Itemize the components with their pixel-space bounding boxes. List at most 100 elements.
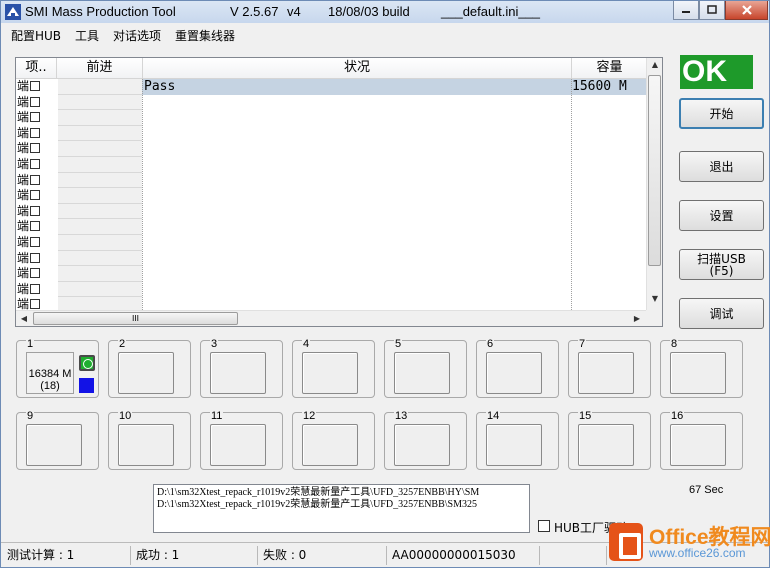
- progress-cell: [58, 94, 142, 111]
- port-number: 6: [486, 338, 495, 350]
- progress-cell: [58, 266, 142, 282]
- port-number: 1: [26, 338, 35, 350]
- port-cell: 端: [17, 251, 55, 266]
- port-button[interactable]: [486, 424, 542, 466]
- port-number: 8: [670, 338, 679, 350]
- menu-dialog-options[interactable]: 对话选项: [113, 27, 161, 44]
- row-checkbox[interactable]: [30, 299, 41, 310]
- table-row[interactable]: 端: [16, 250, 648, 267]
- row-checkbox[interactable]: [30, 205, 41, 216]
- row-checkbox[interactable]: [30, 237, 41, 247]
- row-checkbox[interactable]: [30, 174, 41, 185]
- port-label: 端: [17, 94, 30, 109]
- port-button[interactable]: [118, 424, 174, 466]
- port-button[interactable]: [394, 424, 450, 466]
- port-label: 端: [17, 235, 30, 249]
- table-row[interactable]: 端: [16, 125, 648, 142]
- table-row[interactable]: 端: [16, 281, 648, 298]
- progress-cell: [58, 141, 142, 157]
- table-row[interactable]: 端: [16, 203, 648, 220]
- menu-config-hub[interactable]: 配置HUB: [11, 27, 61, 44]
- row-checkbox[interactable]: [30, 252, 41, 263]
- horizontal-scrollbar[interactable]: ◀ III ▶: [16, 310, 648, 326]
- column-header-item[interactable]: 项..: [16, 58, 57, 79]
- table-row[interactable]: 端: [16, 266, 648, 282]
- port-button[interactable]: [394, 352, 450, 394]
- row-checkbox[interactable]: [30, 81, 41, 91]
- port-button[interactable]: [302, 352, 358, 394]
- start-button[interactable]: 开始: [679, 98, 764, 129]
- port-panel-3: 3: [200, 338, 283, 398]
- port-number: 3: [210, 338, 219, 350]
- progress-cell: [58, 172, 142, 189]
- table-row[interactable]: 端: [16, 188, 648, 204]
- scroll-left-icon[interactable]: ◀: [17, 314, 31, 323]
- port-button[interactable]: [302, 424, 358, 466]
- table-row[interactable]: 端: [16, 157, 648, 173]
- exit-button[interactable]: 退出: [679, 151, 764, 182]
- scroll-up-icon[interactable]: ▲: [648, 60, 662, 69]
- serial-number: AA00000000015030: [388, 546, 540, 565]
- row-checkbox[interactable]: [30, 221, 41, 232]
- port-cell: 端: [17, 235, 55, 250]
- table-row[interactable]: 端: [16, 141, 648, 157]
- title-bar: SMI Mass Production Tool V 2.5.67 v4 18/…: [1, 1, 769, 23]
- menu-reset-hub[interactable]: 重置集线器: [175, 27, 235, 44]
- progress-cell: [58, 79, 142, 95]
- port-panel-6: 6: [476, 338, 559, 398]
- close-button[interactable]: [725, 1, 768, 20]
- port-number: 2: [118, 338, 127, 350]
- port-button[interactable]: [26, 424, 82, 466]
- vertical-scrollbar[interactable]: ▲ ▼: [646, 58, 662, 312]
- device-list[interactable]: 项.. 前进 状况 容量 端端端端端端端端端端端端端端端 Pass 15600 …: [15, 57, 663, 327]
- port-button[interactable]: [670, 424, 726, 466]
- table-row[interactable]: 端: [16, 235, 648, 251]
- column-header-status[interactable]: 状况: [143, 58, 572, 79]
- hub-driver-checkbox[interactable]: [538, 520, 550, 532]
- port-number: 13: [394, 410, 409, 422]
- maximize-button[interactable]: [699, 1, 725, 20]
- settings-button[interactable]: 设置: [679, 200, 764, 231]
- row-checkbox[interactable]: [30, 159, 41, 169]
- row-checkbox[interactable]: [30, 127, 41, 138]
- port-button[interactable]: [578, 352, 634, 394]
- horizontal-scroll-thumb[interactable]: III: [33, 312, 238, 325]
- row-checkbox[interactable]: [30, 143, 41, 154]
- port-cell: 端: [17, 126, 55, 141]
- port-button[interactable]: [670, 352, 726, 394]
- scroll-right-icon[interactable]: ▶: [630, 314, 644, 323]
- vertical-scroll-thumb[interactable]: [648, 75, 661, 266]
- row-checkbox[interactable]: [30, 190, 41, 201]
- port-panel-5: 5: [384, 338, 467, 398]
- maximize-icon: [707, 5, 717, 14]
- scroll-down-icon[interactable]: ▼: [648, 294, 662, 303]
- table-row[interactable]: 端: [16, 172, 648, 189]
- table-row[interactable]: 端: [16, 94, 648, 111]
- port-button[interactable]: [486, 352, 542, 394]
- column-header-capacity[interactable]: 容量: [572, 58, 648, 79]
- scan-usb-button[interactable]: 扫描USB (F5): [679, 249, 764, 280]
- port-number: 11: [210, 410, 224, 422]
- ini-label: ___default.ini___: [441, 4, 541, 19]
- port-button[interactable]: [210, 424, 266, 466]
- office-logo-icon: [609, 523, 643, 561]
- row-capacity: 15600 M: [572, 79, 627, 94]
- minimize-button[interactable]: [673, 1, 699, 20]
- row-checkbox[interactable]: [30, 268, 41, 279]
- column-header-progress[interactable]: 前进: [57, 58, 143, 79]
- table-row[interactable]: 端: [16, 219, 648, 235]
- port-button[interactable]: [118, 352, 174, 394]
- row-checkbox[interactable]: [30, 283, 41, 294]
- port-button[interactable]: 16384 M (18): [26, 352, 74, 394]
- row-checkbox[interactable]: [30, 112, 41, 123]
- port-button[interactable]: [578, 424, 634, 466]
- status-ok-indicator: OK: [680, 55, 753, 89]
- menu-tools[interactable]: 工具: [75, 27, 99, 44]
- row-checkbox[interactable]: [30, 96, 41, 107]
- table-row[interactable]: 端: [16, 110, 648, 126]
- port-button[interactable]: [210, 352, 266, 394]
- debug-button[interactable]: 调试: [679, 298, 764, 329]
- log-output[interactable]: D:\1\sm32Xtest_repack_r1019v2荣慧最新量产工具\UF…: [153, 484, 530, 533]
- status-segment: [541, 546, 607, 565]
- row-status: Pass: [144, 79, 176, 94]
